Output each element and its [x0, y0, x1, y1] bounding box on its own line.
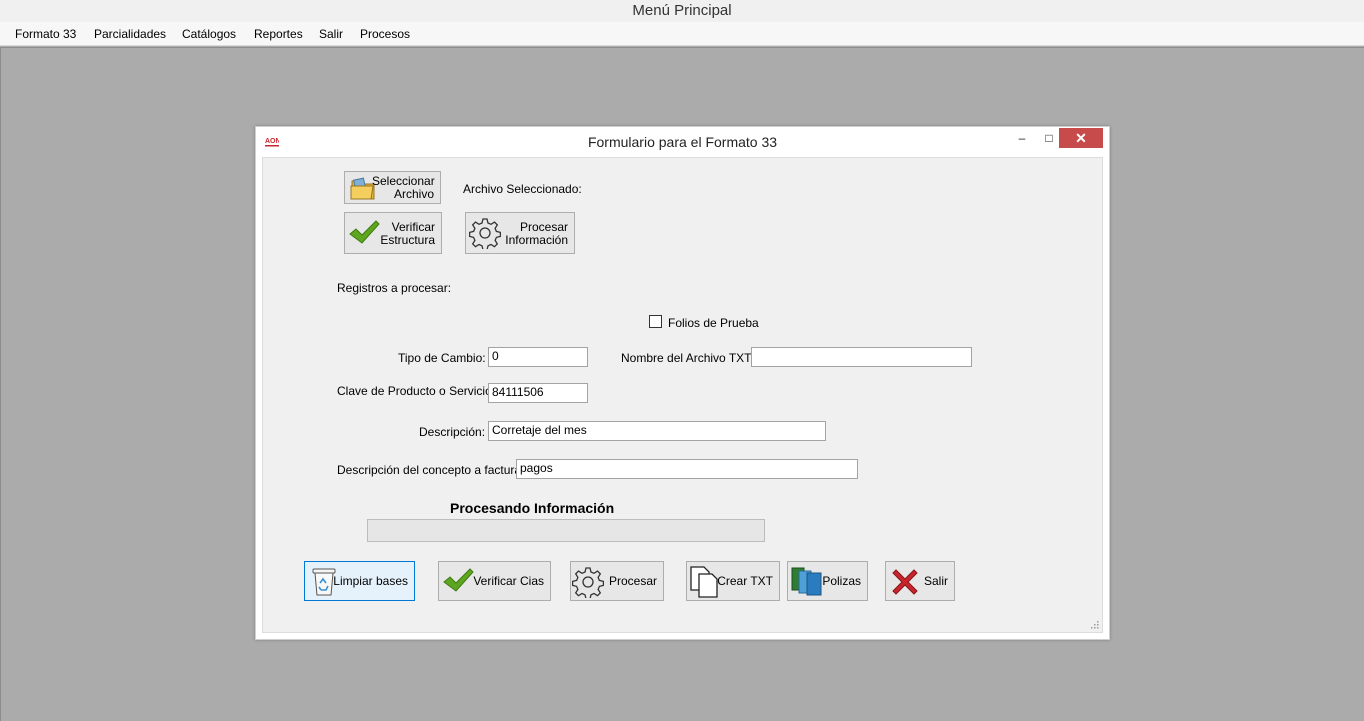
form-title: Formulario para el Formato 33 [587, 134, 778, 150]
red-x-icon [892, 569, 918, 595]
product-key-label: Clave de Producto o Servicio: [337, 384, 496, 398]
process-information-button[interactable]: Procesar Información [465, 212, 575, 254]
exit-button[interactable]: Salir [885, 561, 955, 601]
select-file-button[interactable]: Seleccionar Archivo [344, 171, 441, 204]
processing-progress-bar [367, 519, 765, 542]
create-txt-button[interactable]: Crear TXT [686, 561, 780, 601]
process-button[interactable]: Procesar [570, 561, 664, 601]
verify-cias-button[interactable]: Verificar Cias [438, 561, 551, 601]
test-folios-checkbox[interactable] [649, 315, 662, 328]
close-button[interactable]: ✕ [1059, 128, 1103, 148]
test-folios-label[interactable]: Folios de Prueba [668, 316, 759, 330]
copy-documents-icon [690, 566, 718, 598]
clear-bases-button[interactable]: Limpiar bases [304, 561, 415, 601]
description-label: Descripción: [419, 425, 486, 439]
selected-file-label: Archivo Seleccionado: [463, 182, 582, 196]
resize-grip-icon[interactable] [1089, 619, 1099, 629]
select-file-label: Seleccionar Archivo [372, 174, 435, 201]
menu-item-catalogos[interactable]: Catálogos [182, 26, 236, 42]
verify-structure-label: Verificar Estructura [380, 220, 435, 247]
description-input[interactable]: Corretaje del mes [488, 421, 826, 441]
gear-icon [572, 567, 604, 598]
policies-button[interactable]: Polizas [787, 561, 868, 601]
process-label: Procesar [608, 574, 657, 588]
exchange-rate-input[interactable]: 0 [488, 347, 588, 367]
menu-item-reportes[interactable]: Reportes [254, 26, 303, 42]
books-icon [791, 567, 822, 596]
process-information-label: Procesar Información [505, 220, 568, 247]
menu-item-salir[interactable]: Salir [319, 26, 343, 42]
concept-description-label: Descripción del concepto a facturar: [337, 463, 529, 477]
form-body: Seleccionar Archivo Archivo Seleccionado:… [262, 157, 1103, 633]
menu-item-parcialidades[interactable]: Parcialidades [94, 26, 166, 42]
app-title: Menú Principal [632, 2, 732, 19]
menu-bar: Formato 33 Parcialidades Catálogos Repor… [0, 22, 1364, 46]
create-txt-label: Crear TXT [717, 574, 773, 588]
verify-cias-label: Verificar Cias [473, 574, 544, 588]
concept-description-input[interactable]: pagos [516, 459, 858, 479]
clear-bases-label: Limpiar bases [333, 574, 408, 588]
processing-title: Procesando Información [450, 500, 615, 516]
app-title-bar: Menú Principal [0, 0, 1364, 22]
txt-file-name-input[interactable] [751, 347, 972, 367]
policies-label: Polizas [822, 574, 861, 588]
form-title-bar[interactable]: AON Formulario para el Formato 33 – □ ✕ [256, 127, 1109, 157]
product-key-input[interactable]: 84111506 [488, 383, 588, 403]
menu-item-procesos[interactable]: Procesos [360, 26, 410, 42]
menu-item-formato-33[interactable]: Formato 33 [15, 26, 76, 42]
checkmark-icon [443, 568, 474, 592]
verify-structure-button[interactable]: Verificar Estructura [344, 212, 442, 254]
gear-icon [469, 218, 501, 249]
minimize-button[interactable]: – [1008, 128, 1036, 148]
txt-file-name-label: Nombre del Archivo TXT [621, 351, 752, 365]
records-to-process-label: Registros a procesar: [337, 281, 452, 295]
formato-33-window: AON Formulario para el Formato 33 – □ ✕ … [255, 126, 1110, 640]
exchange-rate-label: Tipo de Cambio: [398, 351, 486, 365]
exit-label: Salir [923, 574, 948, 588]
